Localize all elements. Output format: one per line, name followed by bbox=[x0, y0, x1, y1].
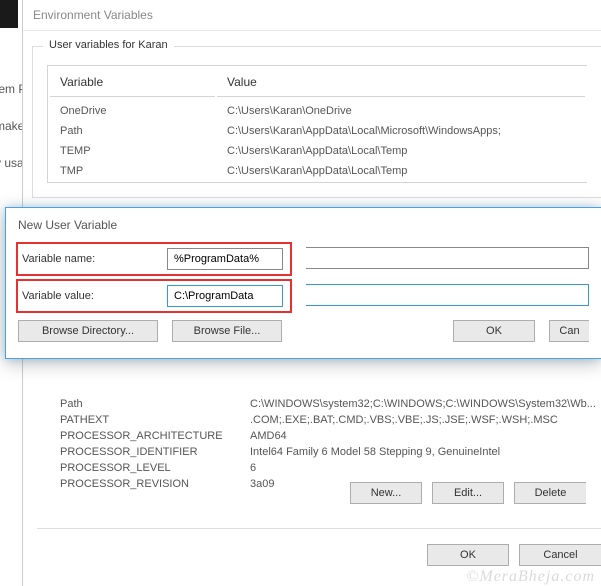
column-header-value[interactable]: Value bbox=[217, 68, 585, 97]
value-cell: .COM;.EXE;.BAT;.CMD;.VBS;.VBE;.JS;.JSE;.… bbox=[250, 413, 601, 427]
variable-cell: PROCESSOR_IDENTIFIER bbox=[50, 445, 250, 459]
table-row[interactable]: PathC:\WINDOWS\system32;C:\WINDOWS;C:\WI… bbox=[50, 396, 601, 412]
delete-button[interactable]: Delete bbox=[514, 482, 586, 504]
dialog-ok-button[interactable]: OK bbox=[453, 320, 535, 342]
table-row[interactable]: OneDriveC:\Users\Karan\OneDrive bbox=[50, 99, 585, 120]
variable-name-label: Variable name: bbox=[22, 253, 167, 265]
group-legend: User variables for Karan bbox=[43, 39, 174, 51]
value-cell: 6 bbox=[250, 461, 601, 475]
variable-cell: PROCESSOR_LEVEL bbox=[50, 461, 250, 475]
variable-cell: Path bbox=[50, 397, 250, 411]
browse-directory-button[interactable]: Browse Directory... bbox=[18, 320, 158, 342]
variable-value-input-extended[interactable] bbox=[306, 284, 589, 306]
variable-name-input[interactable] bbox=[167, 248, 283, 270]
variable-cell: Path bbox=[50, 122, 215, 140]
variable-cell: PROCESSOR_REVISION bbox=[50, 477, 250, 491]
table-row[interactable]: TMPC:\Users\Karan\AppData\Local\Temp bbox=[50, 162, 585, 180]
highlight-value: Variable value: bbox=[16, 279, 292, 313]
window-buttons-row: OK Cancel bbox=[427, 544, 601, 566]
variable-cell: PATHEXT bbox=[50, 413, 250, 427]
window-cancel-button[interactable]: Cancel bbox=[519, 544, 601, 566]
variable-cell: TEMP bbox=[50, 142, 215, 160]
table-row[interactable]: PATHEXT.COM;.EXE;.BAT;.CMD;.VBS;.VBE;.JS… bbox=[50, 412, 601, 428]
browse-file-button[interactable]: Browse File... bbox=[172, 320, 282, 342]
window-title: Environment Variables bbox=[23, 0, 601, 31]
variable-value-input[interactable] bbox=[167, 285, 283, 307]
table-row[interactable]: TEMPC:\Users\Karan\AppData\Local\Temp bbox=[50, 142, 585, 160]
system-buttons-row: New... Edit... Delete bbox=[350, 482, 586, 504]
group-bottom-border bbox=[37, 528, 601, 529]
edit-button[interactable]: Edit... bbox=[432, 482, 504, 504]
new-button[interactable]: New... bbox=[350, 482, 422, 504]
value-cell: C:\Users\Karan\AppData\Local\Microsoft\W… bbox=[217, 122, 585, 140]
variable-cell: TMP bbox=[50, 162, 215, 180]
variable-name-input-extended[interactable] bbox=[306, 247, 589, 269]
value-cell: Intel64 Family 6 Model 58 Stepping 9, Ge… bbox=[250, 445, 601, 459]
value-cell: C:\WINDOWS\system32;C:\WINDOWS;C:\WINDOW… bbox=[250, 397, 601, 411]
value-cell: C:\Users\Karan\AppData\Local\Temp bbox=[217, 162, 585, 180]
dialog-cancel-button[interactable]: Can bbox=[549, 320, 589, 342]
table-row[interactable]: PROCESSOR_IDENTIFIERIntel64 Family 6 Mod… bbox=[50, 444, 601, 460]
table-row[interactable]: PROCESSOR_ARCHITECTUREAMD64 bbox=[50, 428, 601, 444]
table-row[interactable]: PROCESSOR_LEVEL6 bbox=[50, 460, 601, 476]
user-variables-table[interactable]: Variable Value OneDriveC:\Users\Karan\On… bbox=[47, 65, 587, 183]
variable-cell: OneDrive bbox=[50, 99, 215, 120]
window-ok-button[interactable]: OK bbox=[427, 544, 509, 566]
dialog-title: New User Variable bbox=[6, 208, 601, 242]
value-cell: C:\Users\Karan\OneDrive bbox=[217, 99, 585, 120]
variable-value-label: Variable value: bbox=[22, 290, 167, 302]
value-cell: AMD64 bbox=[250, 429, 601, 443]
user-variables-group: User variables for Karan Variable Value … bbox=[32, 46, 601, 198]
variable-cell: PROCESSOR_ARCHITECTURE bbox=[50, 429, 250, 443]
system-variables-table[interactable]: PathC:\WINDOWS\system32;C:\WINDOWS;C:\WI… bbox=[50, 396, 601, 492]
table-row[interactable]: PathC:\Users\Karan\AppData\Local\Microso… bbox=[50, 122, 585, 140]
value-cell: C:\Users\Karan\AppData\Local\Temp bbox=[217, 142, 585, 160]
new-user-variable-dialog: New User Variable Variable name: Variabl… bbox=[5, 207, 601, 359]
background-dark-block bbox=[0, 0, 18, 28]
column-header-variable[interactable]: Variable bbox=[50, 68, 215, 97]
